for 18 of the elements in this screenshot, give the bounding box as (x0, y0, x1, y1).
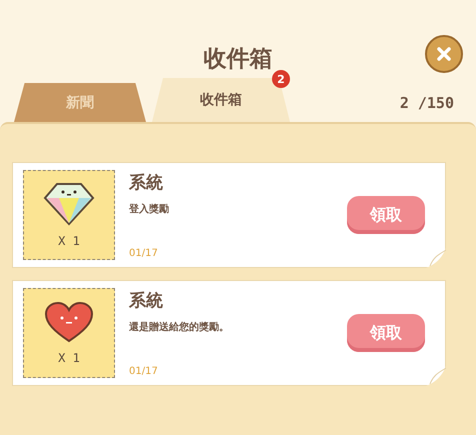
window-title: 收件箱 (204, 45, 272, 74)
heart-icon (44, 301, 94, 343)
message-sender: 系統 (129, 290, 164, 312)
message-date: 01/17 (129, 366, 159, 377)
message-date: 01/17 (129, 248, 159, 259)
tab[interactable]: 新聞 (14, 83, 146, 122)
message-text: 還是贈送給您的獎勵。 (129, 320, 230, 334)
claim-button[interactable]: 領取 (347, 314, 425, 352)
reward-quantity: X 1 (58, 351, 80, 365)
close-button[interactable] (425, 35, 463, 73)
diamond-icon (43, 182, 95, 226)
notification-badge: 2 (272, 70, 290, 88)
reward-quantity: X 1 (58, 234, 80, 248)
message-count: 2 /150 (400, 94, 454, 112)
close-icon (436, 46, 452, 62)
claim-button[interactable]: 領取 (347, 196, 425, 234)
message-sender: 系統 (129, 172, 164, 194)
message-text: 登入獎勵 (129, 202, 170, 216)
